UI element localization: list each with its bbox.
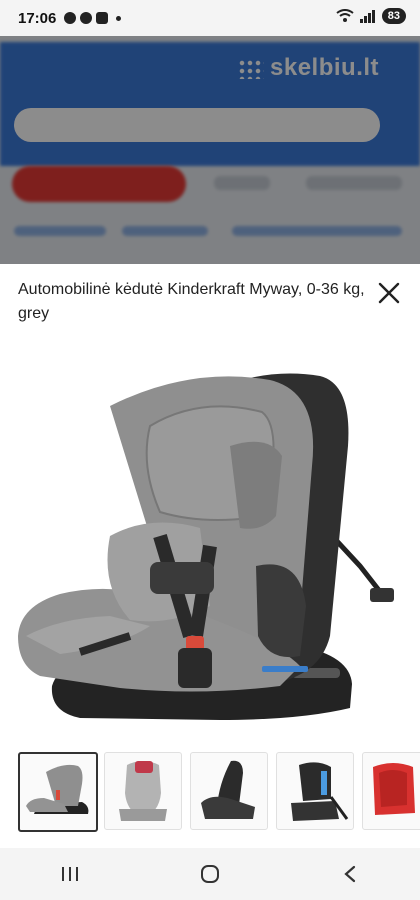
check-icon — [96, 12, 109, 24]
messenger-icon — [64, 12, 77, 24]
signal-icon — [359, 10, 375, 23]
thumbnail-4[interactable] — [276, 752, 354, 830]
status-right: 83 — [336, 8, 406, 24]
thumbnail-2[interactable] — [104, 752, 182, 830]
home-icon[interactable] — [180, 854, 240, 894]
modal-backdrop[interactable] — [0, 36, 420, 264]
status-bar: 17:06 83 — [0, 0, 420, 36]
product-image[interactable] — [0, 336, 420, 746]
back-icon[interactable] — [320, 854, 380, 894]
thumbnail-1[interactable] — [18, 752, 98, 832]
image-modal: Automobilinė kėdutė Kinderkraft Myway, 0… — [0, 264, 420, 848]
more-notifications-icon — [116, 15, 122, 21]
wifi-icon — [336, 9, 354, 22]
status-time: 17:06 — [18, 9, 57, 27]
thumbnail-strip — [0, 752, 420, 834]
thumbnail-5[interactable] — [362, 752, 420, 830]
modal-title: Automobilinė kėdutė Kinderkraft Myway, 0… — [18, 281, 365, 322]
recents-icon[interactable] — [40, 854, 100, 894]
system-nav-bar — [0, 848, 420, 900]
battery-indicator: 83 — [381, 8, 406, 24]
notification-icons — [64, 12, 122, 24]
close-icon[interactable] — [374, 278, 404, 308]
thumbnail-3[interactable] — [190, 752, 268, 830]
viber-icon — [80, 12, 93, 24]
